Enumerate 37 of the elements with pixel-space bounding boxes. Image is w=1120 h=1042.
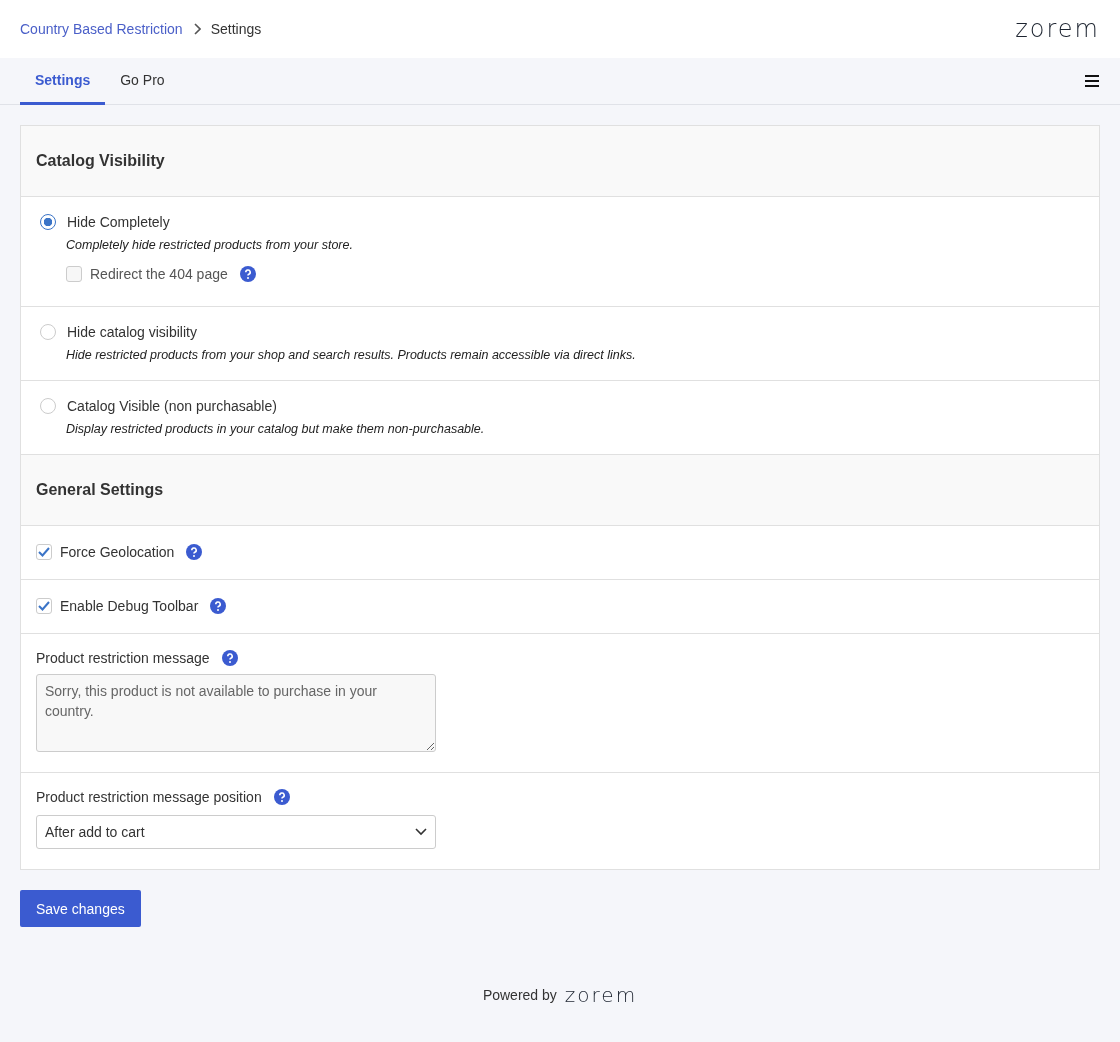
help-icon[interactable] <box>186 544 203 560</box>
menu-icon[interactable] <box>1085 75 1099 87</box>
chevron-down-icon <box>415 828 427 836</box>
breadcrumb-current: Settings <box>210 21 262 37</box>
help-icon[interactable] <box>273 789 290 805</box>
checkbox[interactable] <box>66 266 82 282</box>
position-select[interactable]: After add to cart <box>36 815 436 849</box>
radio-button[interactable] <box>40 214 56 230</box>
option-description: Completely hide restricted products from your store. <box>66 238 354 252</box>
radio-button[interactable] <box>40 324 56 340</box>
section-title: General Settings <box>36 481 164 499</box>
footer-logo: zorem <box>564 983 638 1007</box>
powered-by-text: Powered by <box>482 987 557 1003</box>
save-button[interactable]: Save changes <box>20 890 141 927</box>
help-icon[interactable] <box>210 598 227 614</box>
breadcrumb-link[interactable]: Country Based Restriction <box>20 21 183 37</box>
logo: zorem <box>1015 15 1100 43</box>
tab[interactable]: Settings <box>20 58 106 105</box>
help-icon[interactable] <box>239 266 256 282</box>
chevron-right-icon <box>192 23 201 35</box>
option-description: Display restricted products in your catalog but make them non-purchasable. <box>66 422 486 436</box>
help-icon[interactable] <box>221 650 238 666</box>
checkbox[interactable] <box>36 598 52 614</box>
message-textarea[interactable]: Sorry, this product is not available to purchase in your country. <box>36 674 436 752</box>
option-description: Hide restricted products from your shop and search results. Products remain accessible via direct links. <box>66 348 637 362</box>
checkbox-label: Redirect the 404 page <box>90 266 228 282</box>
checkbox-label: Enable Debug Toolbar <box>60 598 199 614</box>
field-label: Product restriction message position <box>36 789 262 805</box>
option-label: Catalog Visible (non purchasable) <box>67 398 277 414</box>
radio-button[interactable] <box>40 398 56 414</box>
checkbox[interactable] <box>36 544 52 560</box>
option-label: Hide Completely <box>67 214 170 230</box>
field-label: Product restriction message <box>36 650 210 666</box>
tab[interactable]: Go Pro <box>105 58 180 105</box>
checkbox-label: Force Geolocation <box>60 544 175 560</box>
section-title: Catalog Visibility <box>36 152 165 170</box>
option-label: Hide catalog visibility <box>67 324 197 340</box>
